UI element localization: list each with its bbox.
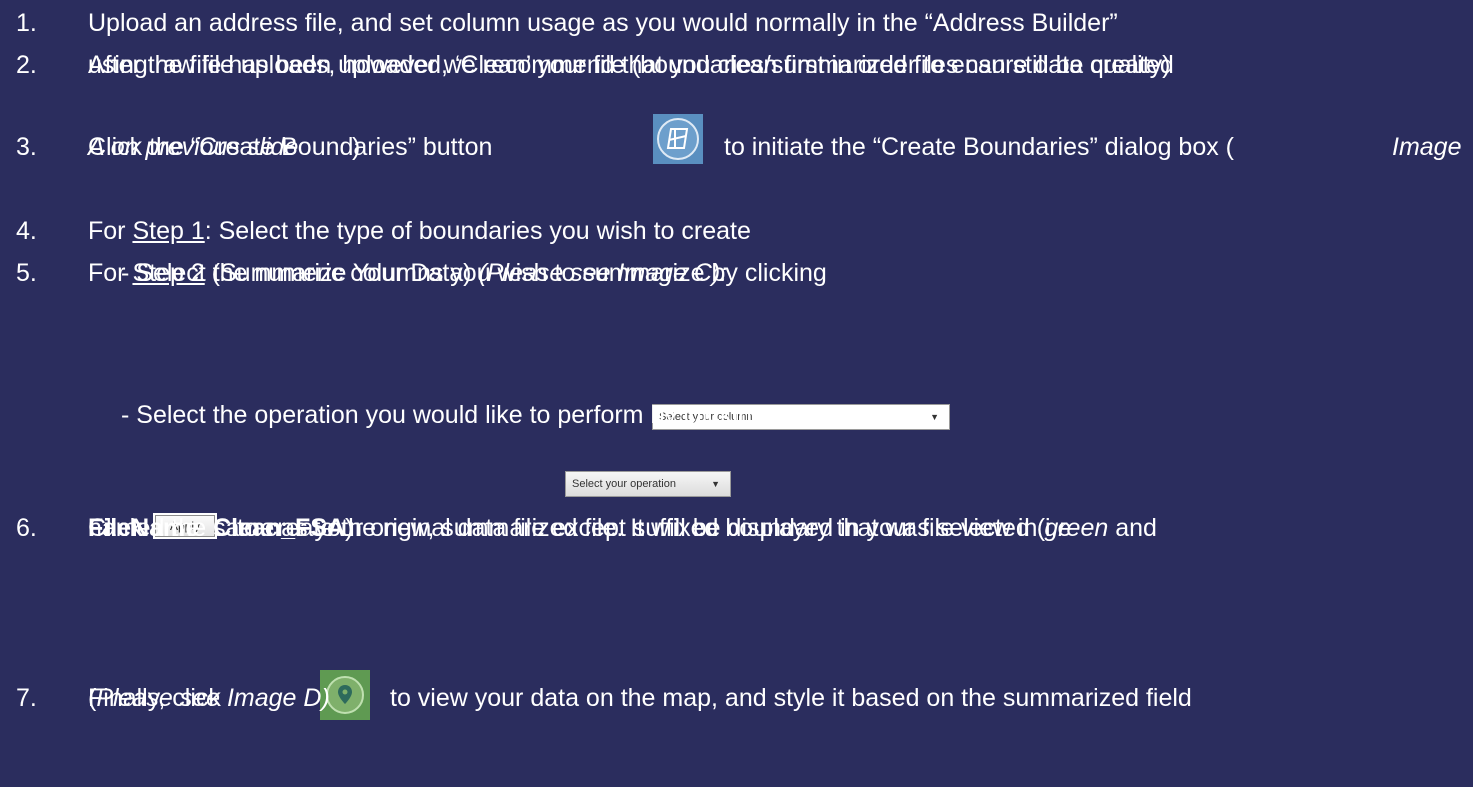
step-text-continued: to view your data on the map, and style … bbox=[390, 684, 1192, 712]
create-boundaries-button[interactable] bbox=[653, 114, 703, 164]
step-number: 5. bbox=[16, 259, 37, 287]
step-text: (Please see Image D) bbox=[88, 680, 330, 718]
step-text: For Step 1: Select the type of boundarie… bbox=[88, 213, 751, 251]
step-number: 2. bbox=[16, 51, 37, 79]
select-operation-dropdown[interactable]: Select your operation ▼ bbox=[565, 471, 731, 497]
step-number: 7. bbox=[16, 684, 37, 712]
step-text-continued: to initiate the “Create Boundaries” dial… bbox=[724, 133, 1235, 161]
step-text: using raw file uploads, however we recom… bbox=[88, 51, 1171, 79]
step-text: Upload an address file, and set column u… bbox=[88, 9, 1118, 37]
step-text: FileName_Clean_FSA) bbox=[88, 510, 353, 548]
step-text-italic: Image bbox=[1392, 133, 1462, 161]
step-text-italic: A on previous slide bbox=[88, 133, 299, 161]
step-number: 4. bbox=[16, 217, 37, 245]
create-boundaries-icon bbox=[653, 114, 703, 164]
step-number: 3. bbox=[16, 133, 37, 161]
example-filename: FileName_Clean_FSA bbox=[88, 514, 346, 542]
step-text: ) bbox=[352, 133, 361, 161]
sub-step-columns: - Select the numeric columns you wish to… bbox=[121, 259, 827, 287]
step-suffix: ) bbox=[345, 514, 354, 542]
step-note: Please see Image D) bbox=[96, 684, 330, 712]
sub-step-operation: - Select the operation you would like to… bbox=[121, 401, 766, 429]
select-operation-label: Select your operation bbox=[572, 478, 676, 490]
step-1-link[interactable]: Step 1 bbox=[132, 217, 204, 245]
slide: 1. Upload an address file, and set colum… bbox=[0, 0, 1473, 787]
chevron-down-icon: ▼ bbox=[930, 412, 939, 422]
chevron-down-icon: ▼ bbox=[711, 479, 720, 489]
step-number: 6. bbox=[16, 514, 37, 542]
step-prefix: For bbox=[88, 217, 133, 245]
step-suffix: : Select the type of boundaries you wish… bbox=[204, 217, 751, 245]
step-number: 1. bbox=[16, 9, 37, 37]
step-suffix: and bbox=[1108, 514, 1157, 542]
